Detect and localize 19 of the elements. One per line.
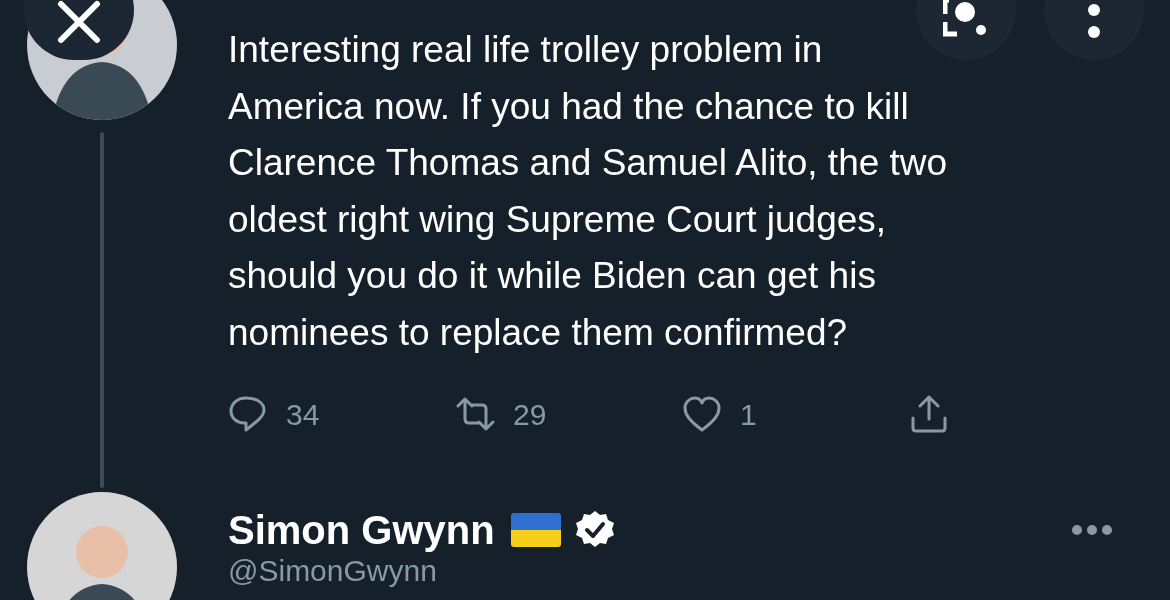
tweet-text-line: nominees to replace them confirmed? [228,310,848,355]
reply-icon [228,394,268,434]
like-button[interactable]: 1 [682,391,757,437]
heart-icon [682,394,722,434]
tweet-text-line: oldest right wing Supreme Court judges, [228,197,887,242]
tweet-text-line: America now. If you had the chance to kill [228,84,909,129]
user-handle: @SimonGwynn [228,554,438,588]
tweet-text-line: Interesting real life trolley problem in [228,28,823,72]
more-icon[interactable] [1072,525,1112,535]
close-icon [57,0,101,44]
reply-button[interactable]: 34 [228,391,320,437]
tweet-text-line: should you do it while Biden can get his [228,254,876,298]
share-button[interactable] [909,394,949,434]
share-icon [909,394,949,434]
tweet-text-line: Clarence Thomas and Samuel Alito, the two [228,141,948,185]
more-vertical-icon [1088,4,1100,38]
retweet-button[interactable]: 29 [455,391,547,437]
lens-icon [943,0,989,38]
user-name[interactable]: Simon Gwynn [228,506,495,554]
